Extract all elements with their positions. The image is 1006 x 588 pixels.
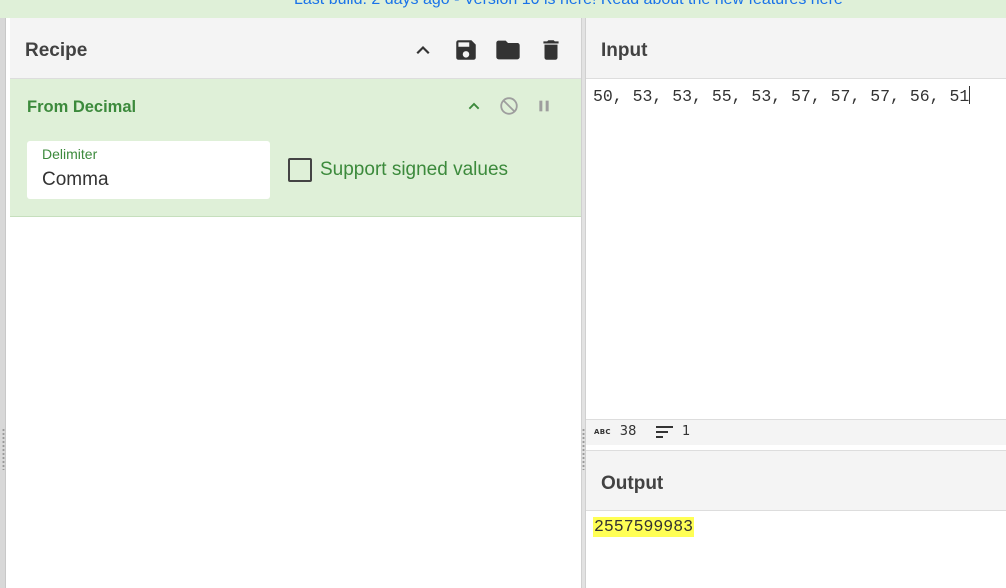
operation-from-decimal[interactable]: From Decimal Delimiter Comma Support sig… bbox=[10, 79, 581, 217]
divider-resize-handle[interactable] bbox=[582, 428, 585, 470]
output-header: Output bbox=[586, 450, 1006, 511]
chevron-up-icon[interactable] bbox=[461, 93, 487, 119]
lines-icon bbox=[656, 425, 673, 438]
line-count: 1 bbox=[656, 424, 690, 439]
banner-text: Last build: 2 days ago - Version 10 is h… bbox=[294, 0, 843, 9]
top-banner: Last build: 2 days ago - Version 10 is h… bbox=[0, 0, 1006, 18]
support-signed-label[interactable]: Support signed values bbox=[320, 159, 508, 181]
char-count: ABC 38 bbox=[594, 424, 636, 439]
text-caret bbox=[969, 86, 971, 104]
input-value: 50, 53, 53, 55, 53, 57, 57, 57, 56, 51 bbox=[593, 87, 970, 106]
left-resize-handle[interactable] bbox=[2, 428, 5, 470]
delimiter-value[interactable]: Comma bbox=[42, 169, 109, 191]
input-title: Input bbox=[601, 40, 648, 61]
recipe-header: Recipe bbox=[10, 18, 581, 79]
left-gutter bbox=[0, 18, 6, 588]
trash-icon[interactable] bbox=[537, 36, 565, 64]
recipe-title: Recipe bbox=[25, 40, 88, 61]
line-count-value: 1 bbox=[682, 424, 691, 439]
chevron-up-icon[interactable] bbox=[409, 36, 437, 64]
recipe-pane: Recipe From Decimal Delimiter Comma Supp… bbox=[10, 18, 581, 588]
save-icon[interactable] bbox=[452, 36, 480, 64]
output-title: Output bbox=[601, 473, 664, 494]
input-status-bar: ABC 38 1 bbox=[586, 419, 1006, 445]
disable-icon[interactable] bbox=[496, 93, 522, 119]
input-textarea[interactable]: 50, 53, 53, 55, 53, 57, 57, 57, 56, 51 bbox=[593, 86, 971, 106]
operation-title: From Decimal bbox=[27, 98, 137, 116]
folder-icon[interactable] bbox=[494, 36, 522, 64]
pause-icon[interactable] bbox=[531, 93, 557, 119]
output-value[interactable]: 2557599983 bbox=[593, 517, 695, 537]
banner-message: Last build: 2 days ago - Version 10 is h… bbox=[294, 0, 811, 8]
banner-link[interactable]: here bbox=[811, 0, 843, 8]
char-count-value: 38 bbox=[619, 424, 637, 439]
delimiter-field[interactable]: Delimiter Comma bbox=[27, 141, 270, 199]
abc-icon: ABC bbox=[594, 427, 611, 436]
support-signed-checkbox[interactable] bbox=[288, 158, 312, 182]
delimiter-label: Delimiter bbox=[42, 146, 98, 162]
input-header: Input bbox=[586, 18, 1006, 79]
